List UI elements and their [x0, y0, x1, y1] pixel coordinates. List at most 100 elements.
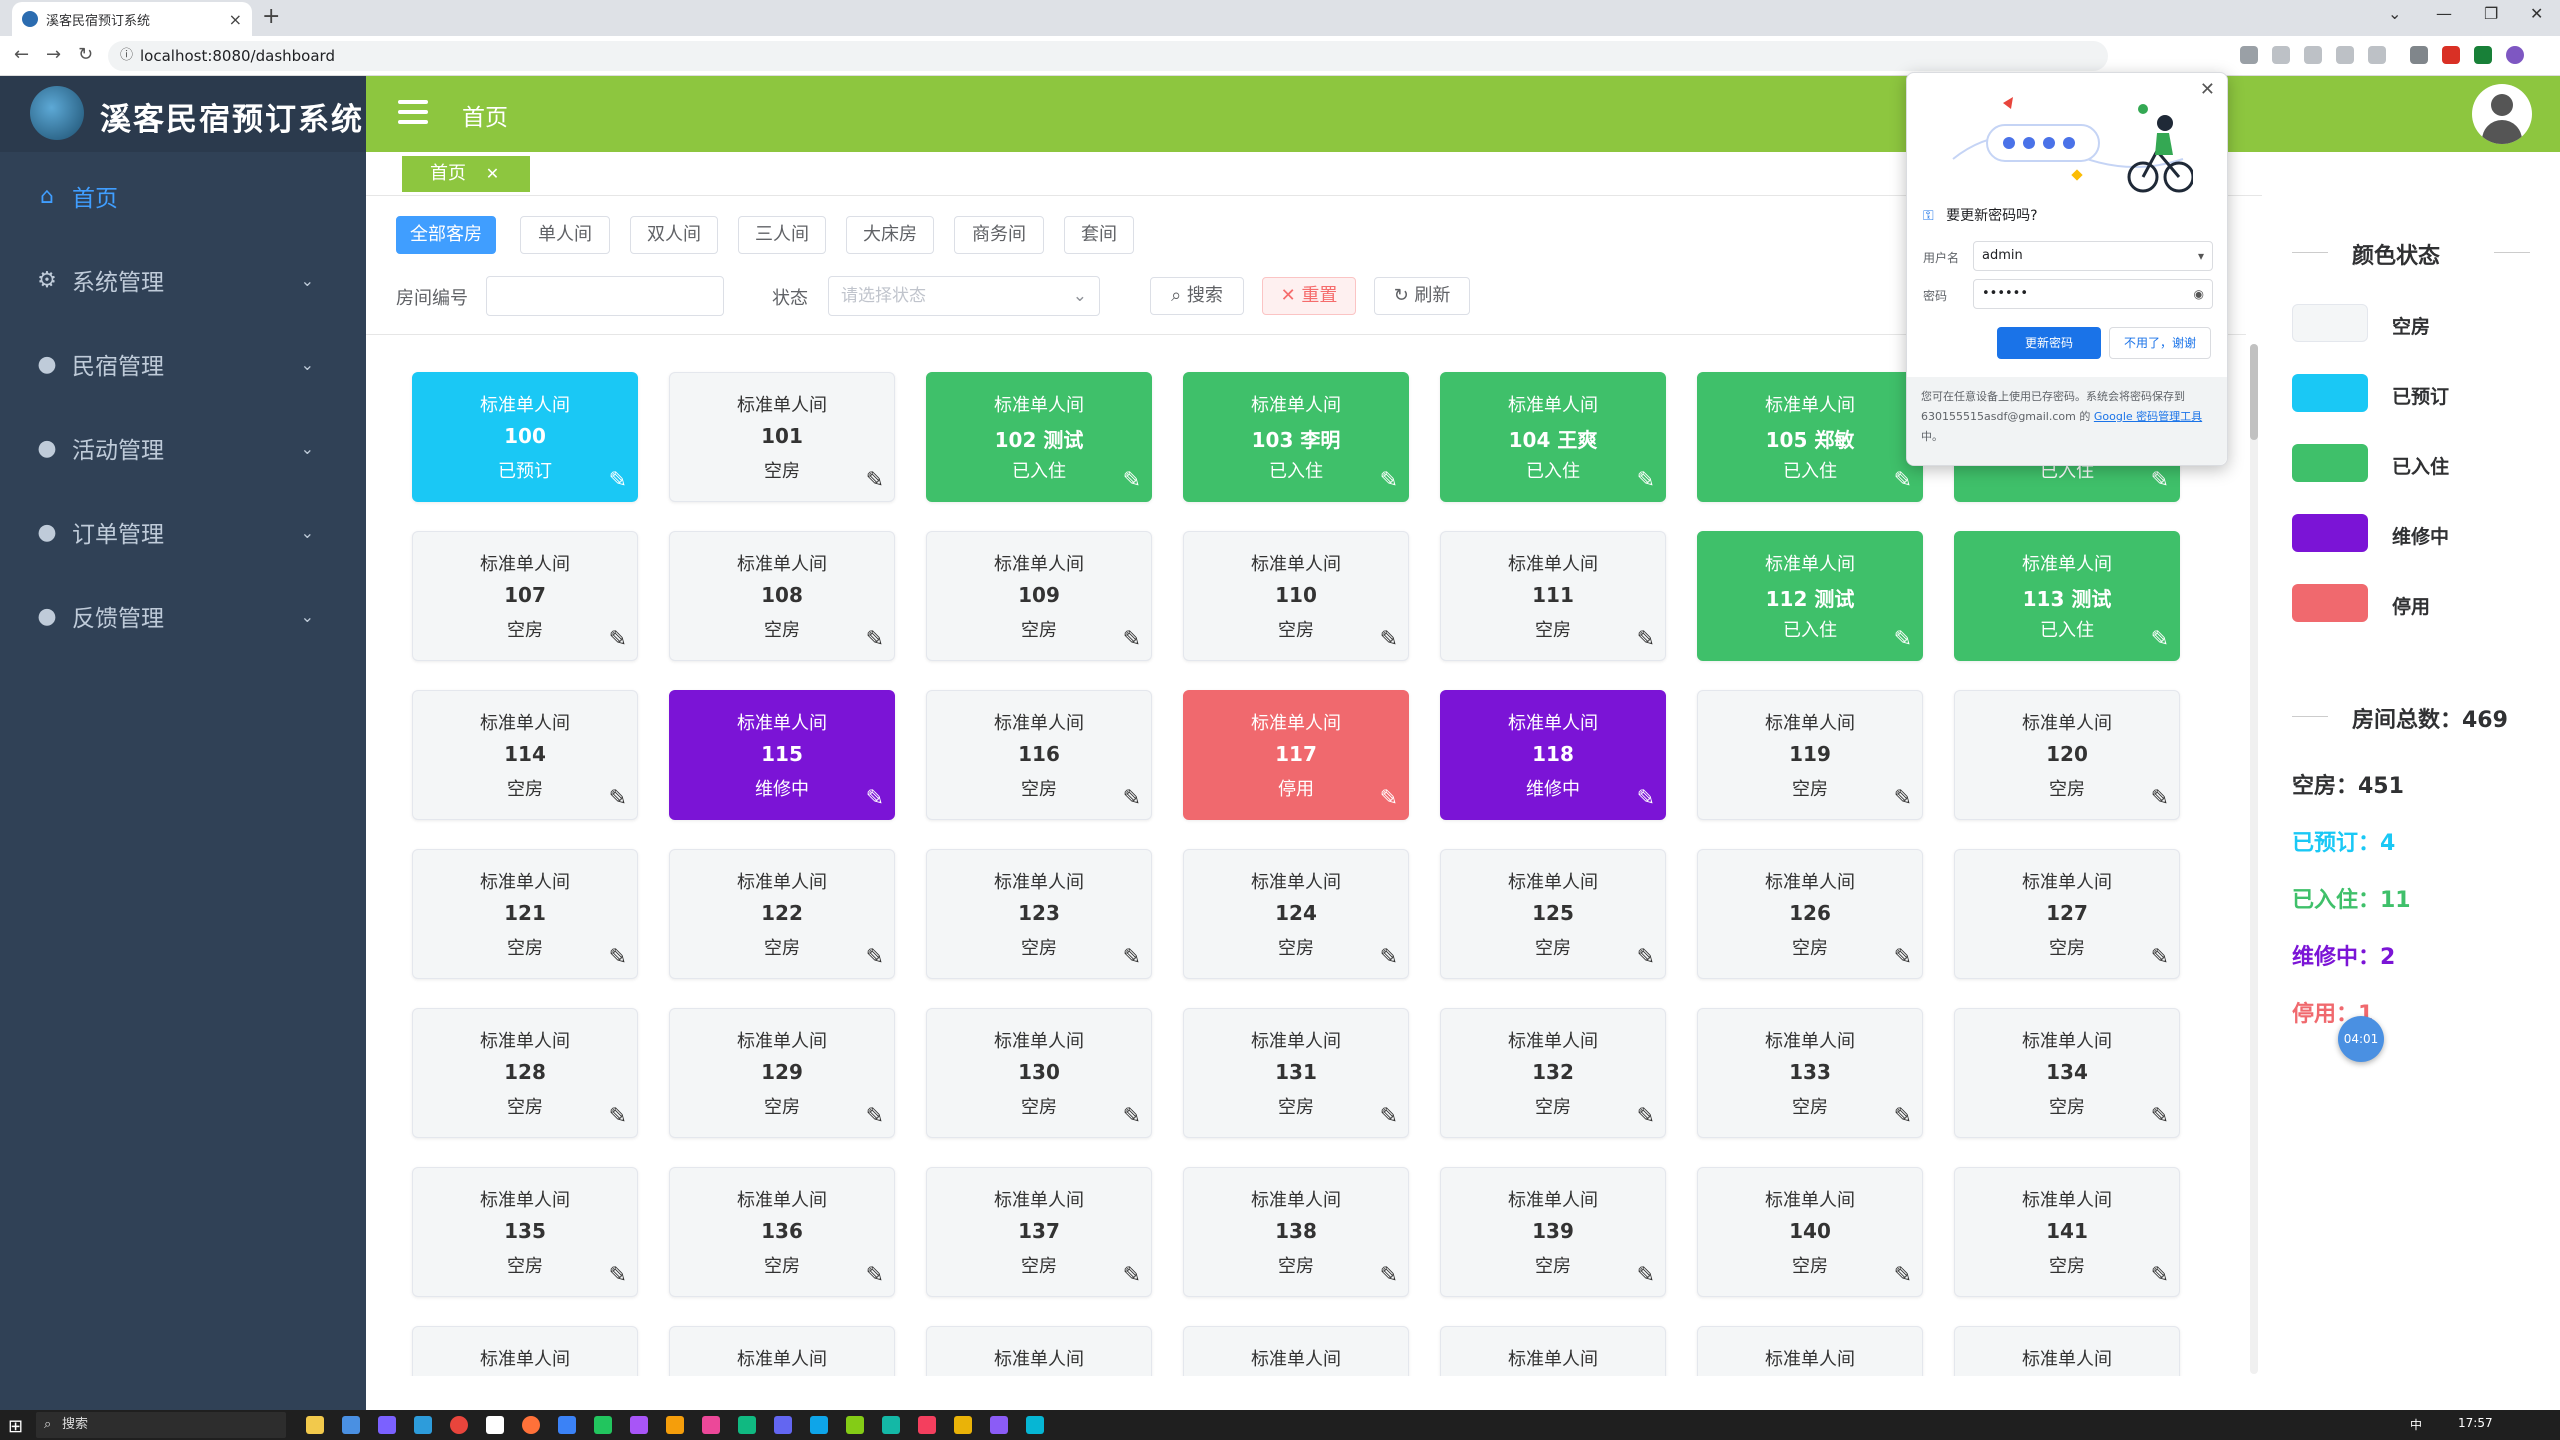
close-tab-icon[interactable]: ×	[229, 10, 242, 29]
dropdown-icon[interactable]: ▾	[2198, 242, 2204, 270]
room-card[interactable]: 标准单人间 128 空房 ✎	[412, 1008, 638, 1138]
edit-icon[interactable]: ✎	[866, 1263, 884, 1288]
room-card[interactable]: 标准单人间 116 空房 ✎	[926, 690, 1152, 820]
edit-icon[interactable]: ✎	[1123, 1104, 1141, 1129]
input-language[interactable]: 中	[2410, 1416, 2422, 1433]
sidebar-item-homestay[interactable]: ● 民宿管理 ⌄	[0, 322, 366, 406]
close-window-icon[interactable]: ✕	[2530, 4, 2543, 23]
app-icon[interactable]	[414, 1416, 432, 1434]
edit-icon[interactable]: ✎	[866, 945, 884, 970]
sidebar-item-feedback[interactable]: ● 反馈管理 ⌄	[0, 574, 366, 658]
room-card[interactable]: 标准单人间	[412, 1326, 638, 1376]
room-card[interactable]: 标准单人间 140 空房 ✎	[1697, 1167, 1923, 1297]
room-card[interactable]: 标准单人间 107 空房 ✎	[412, 531, 638, 661]
edit-icon[interactable]: ✎	[1380, 627, 1398, 652]
room-card[interactable]: 标准单人间 114 空房 ✎	[412, 690, 638, 820]
edit-icon[interactable]: ✎	[866, 627, 884, 652]
room-card[interactable]: 标准单人间 117 停用 ✎	[1183, 690, 1409, 820]
room-no-input[interactable]	[486, 276, 724, 316]
firefox-icon[interactable]	[522, 1416, 540, 1434]
back-icon[interactable]: ←	[14, 44, 29, 65]
floating-timer[interactable]: 04:01	[2338, 1016, 2384, 1062]
eye-icon[interactable]: ◉	[2194, 280, 2204, 308]
edit-icon[interactable]: ✎	[1380, 1104, 1398, 1129]
app-icon[interactable]	[702, 1416, 720, 1434]
taskbar-clock[interactable]: 17:57	[2458, 1416, 2493, 1430]
edit-icon[interactable]: ✎	[1380, 945, 1398, 970]
edit-icon[interactable]: ✎	[2151, 1263, 2169, 1288]
room-card[interactable]: 标准单人间	[1183, 1326, 1409, 1376]
edit-icon[interactable]: ✎	[609, 1263, 627, 1288]
extension-icon[interactable]	[2442, 46, 2460, 64]
room-card[interactable]: 标准单人间 113 测试 已入住 ✎	[1954, 531, 2180, 661]
search-button[interactable]: ⌕ 搜索	[1150, 277, 1244, 315]
room-card[interactable]: 标准单人间 123 空房 ✎	[926, 849, 1152, 979]
edit-icon[interactable]: ✎	[866, 786, 884, 811]
minimize-icon[interactable]: —	[2436, 4, 2452, 23]
windows-start-icon[interactable]: ⊞	[8, 1416, 23, 1437]
filter-business-room[interactable]: 商务间	[954, 216, 1044, 254]
edit-icon[interactable]: ✎	[1894, 945, 1912, 970]
room-card[interactable]: 标准单人间 135 空房 ✎	[412, 1167, 638, 1297]
room-card[interactable]: 标准单人间 137 空房 ✎	[926, 1167, 1152, 1297]
sidebar-item-orders[interactable]: ● 订单管理 ⌄	[0, 490, 366, 574]
edit-icon[interactable]: ✎	[1123, 627, 1141, 652]
room-card[interactable]: 标准单人间 105 郑敏 已入住 ✎	[1697, 372, 1923, 502]
room-card[interactable]: 标准单人间 110 空房 ✎	[1183, 531, 1409, 661]
password-key-icon[interactable]	[2240, 46, 2258, 64]
app-icon[interactable]	[846, 1416, 864, 1434]
password-field[interactable]: •••••• ◉	[1973, 279, 2213, 309]
edit-icon[interactable]: ✎	[1123, 786, 1141, 811]
room-card[interactable]: 标准单人间 108 空房 ✎	[669, 531, 895, 661]
app-icon[interactable]	[1026, 1416, 1044, 1434]
room-card[interactable]: 标准单人间 109 空房 ✎	[926, 531, 1152, 661]
app-icon[interactable]	[918, 1416, 936, 1434]
close-icon[interactable]: ✕	[486, 164, 499, 183]
room-card[interactable]: 标准单人间 126 空房 ✎	[1697, 849, 1923, 979]
edit-icon[interactable]: ✎	[609, 627, 627, 652]
edit-icon[interactable]: ✎	[1123, 1263, 1141, 1288]
reset-button[interactable]: ✕ 重置	[1262, 277, 1356, 315]
room-card[interactable]: 标准单人间	[1954, 1326, 2180, 1376]
extension-icon[interactable]	[2410, 46, 2428, 64]
edit-icon[interactable]: ✎	[609, 468, 627, 493]
edit-icon[interactable]: ✎	[1123, 468, 1141, 493]
reload-icon[interactable]: ↻	[78, 44, 93, 65]
refresh-button[interactable]: ↻ 刷新	[1374, 277, 1470, 315]
edit-icon[interactable]: ✎	[1380, 1263, 1398, 1288]
room-card[interactable]: 标准单人间 134 空房 ✎	[1954, 1008, 2180, 1138]
username-field[interactable]: admin ▾	[1973, 241, 2213, 271]
app-icon[interactable]	[342, 1416, 360, 1434]
edit-icon[interactable]: ✎	[1894, 468, 1912, 493]
app-icon[interactable]	[882, 1416, 900, 1434]
room-card[interactable]: 标准单人间 111 空房 ✎	[1440, 531, 1666, 661]
status-select[interactable]: 请选择状态 ⌄	[828, 276, 1100, 316]
edit-icon[interactable]: ✎	[609, 945, 627, 970]
edit-icon[interactable]: ✎	[1637, 468, 1655, 493]
room-card[interactable]: 标准单人间 122 空房 ✎	[669, 849, 895, 979]
room-card[interactable]: 标准单人间 127 空房 ✎	[1954, 849, 2180, 979]
edit-icon[interactable]: ✎	[1637, 1104, 1655, 1129]
app-icon[interactable]	[486, 1416, 504, 1434]
new-tab-icon[interactable]: +	[262, 4, 280, 29]
edit-icon[interactable]: ✎	[866, 468, 884, 493]
room-card[interactable]: 标准单人间	[1697, 1326, 1923, 1376]
share-icon[interactable]	[2336, 46, 2354, 64]
app-icon[interactable]	[990, 1416, 1008, 1434]
filter-all-rooms[interactable]: 全部客房	[396, 216, 496, 254]
edit-icon[interactable]: ✎	[1637, 627, 1655, 652]
edit-icon[interactable]: ✎	[1894, 627, 1912, 652]
tag-home[interactable]: 首页 ✕	[402, 156, 530, 192]
zoom-icon[interactable]	[2304, 46, 2322, 64]
room-card[interactable]: 标准单人间 129 空房 ✎	[669, 1008, 895, 1138]
update-password-button[interactable]: 更新密码	[1997, 327, 2101, 359]
restore-icon[interactable]: ❐	[2484, 4, 2498, 23]
edit-icon[interactable]: ✎	[1380, 468, 1398, 493]
translate-icon[interactable]	[2272, 46, 2290, 64]
edit-icon[interactable]: ✎	[1894, 1263, 1912, 1288]
app-icon[interactable]	[738, 1416, 756, 1434]
sidebar-item-home[interactable]: ⌂ 首页	[0, 154, 366, 238]
room-card[interactable]: 标准单人间 103 李明 已入住 ✎	[1183, 372, 1409, 502]
room-card[interactable]: 标准单人间	[1440, 1326, 1666, 1376]
scrollbar-thumb[interactable]	[2250, 344, 2258, 440]
